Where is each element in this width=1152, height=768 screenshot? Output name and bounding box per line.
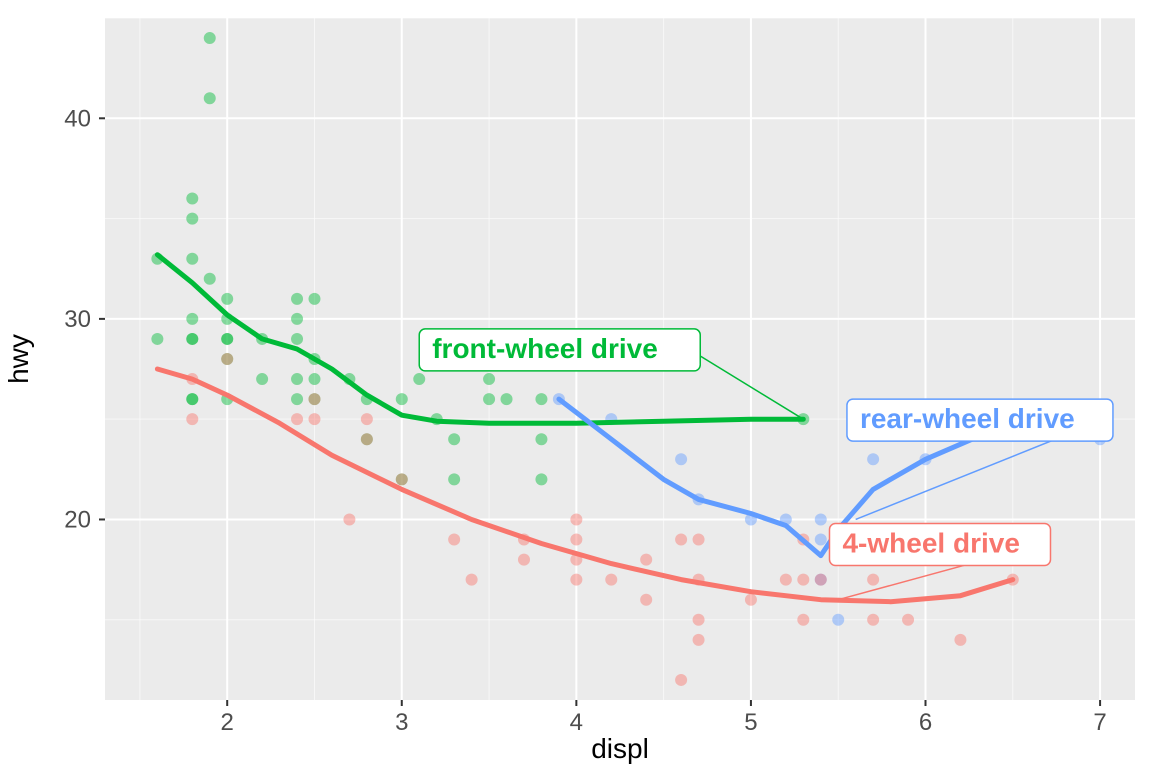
data-point [204,273,216,285]
data-point [204,92,216,104]
data-point [186,213,198,225]
annotation-text: 4-wheel drive [842,527,1019,558]
data-point [570,513,582,525]
data-point [204,32,216,44]
data-point [221,293,233,305]
data-point [396,473,408,485]
data-point [570,574,582,586]
data-point [466,574,478,586]
y-tick-label: 30 [64,306,91,333]
data-point [518,554,530,566]
data-point [291,313,303,325]
data-point [570,534,582,546]
data-point [675,674,687,686]
x-tick-label: 6 [919,709,932,736]
data-point [308,413,320,425]
data-point [780,574,792,586]
data-point [186,313,198,325]
data-point [535,473,547,485]
data-point [308,293,320,305]
y-tick-label: 40 [64,105,91,132]
data-point [605,574,617,586]
data-point [797,614,809,626]
data-point [797,574,809,586]
x-tick-label: 5 [744,709,757,736]
data-point [221,333,233,345]
data-point [832,614,844,626]
data-point [483,373,495,385]
data-point [483,393,495,405]
y-tick-label: 20 [64,506,91,533]
annotation-text: rear-wheel drive [860,403,1075,434]
annotation-text: front-wheel drive [432,333,658,364]
data-point [867,453,879,465]
data-point [256,373,268,385]
data-point [693,634,705,646]
data-point [867,574,879,586]
data-point [640,554,652,566]
data-point [291,293,303,305]
data-point [693,614,705,626]
data-point [221,353,233,365]
data-point [186,253,198,265]
data-point [361,433,373,445]
data-point [675,453,687,465]
data-point [308,373,320,385]
data-point [535,433,547,445]
data-point [186,193,198,205]
data-point [291,373,303,385]
data-point [902,614,914,626]
data-point [448,534,460,546]
scatter-smooth-chart: front-wheel drive rear-wheel drive 4-wheel… [0,0,1152,768]
data-point [867,614,879,626]
chart-svg: front-wheel drive rear-wheel drive 4-wheel… [0,0,1152,768]
data-point [815,513,827,525]
data-point [343,513,355,525]
x-tick-label: 4 [570,709,583,736]
data-point [693,534,705,546]
data-point [361,413,373,425]
data-point [745,594,757,606]
data-point [675,534,687,546]
x-tick-label: 7 [1093,709,1106,736]
y-axis-title: hwy [3,334,34,384]
data-point [186,393,198,405]
data-point [954,634,966,646]
data-point [151,333,163,345]
x-tick-label: 3 [395,709,408,736]
data-point [448,473,460,485]
data-point [501,393,513,405]
data-point [815,534,827,546]
data-point [291,413,303,425]
data-point [291,333,303,345]
data-point [815,574,827,586]
data-point [640,594,652,606]
data-point [535,393,547,405]
data-point [291,393,303,405]
data-point [396,393,408,405]
data-point [186,413,198,425]
data-point [308,393,320,405]
data-point [448,433,460,445]
data-point [186,333,198,345]
x-tick-label: 2 [221,709,234,736]
x-axis-title: displ [591,733,649,764]
data-point [413,373,425,385]
